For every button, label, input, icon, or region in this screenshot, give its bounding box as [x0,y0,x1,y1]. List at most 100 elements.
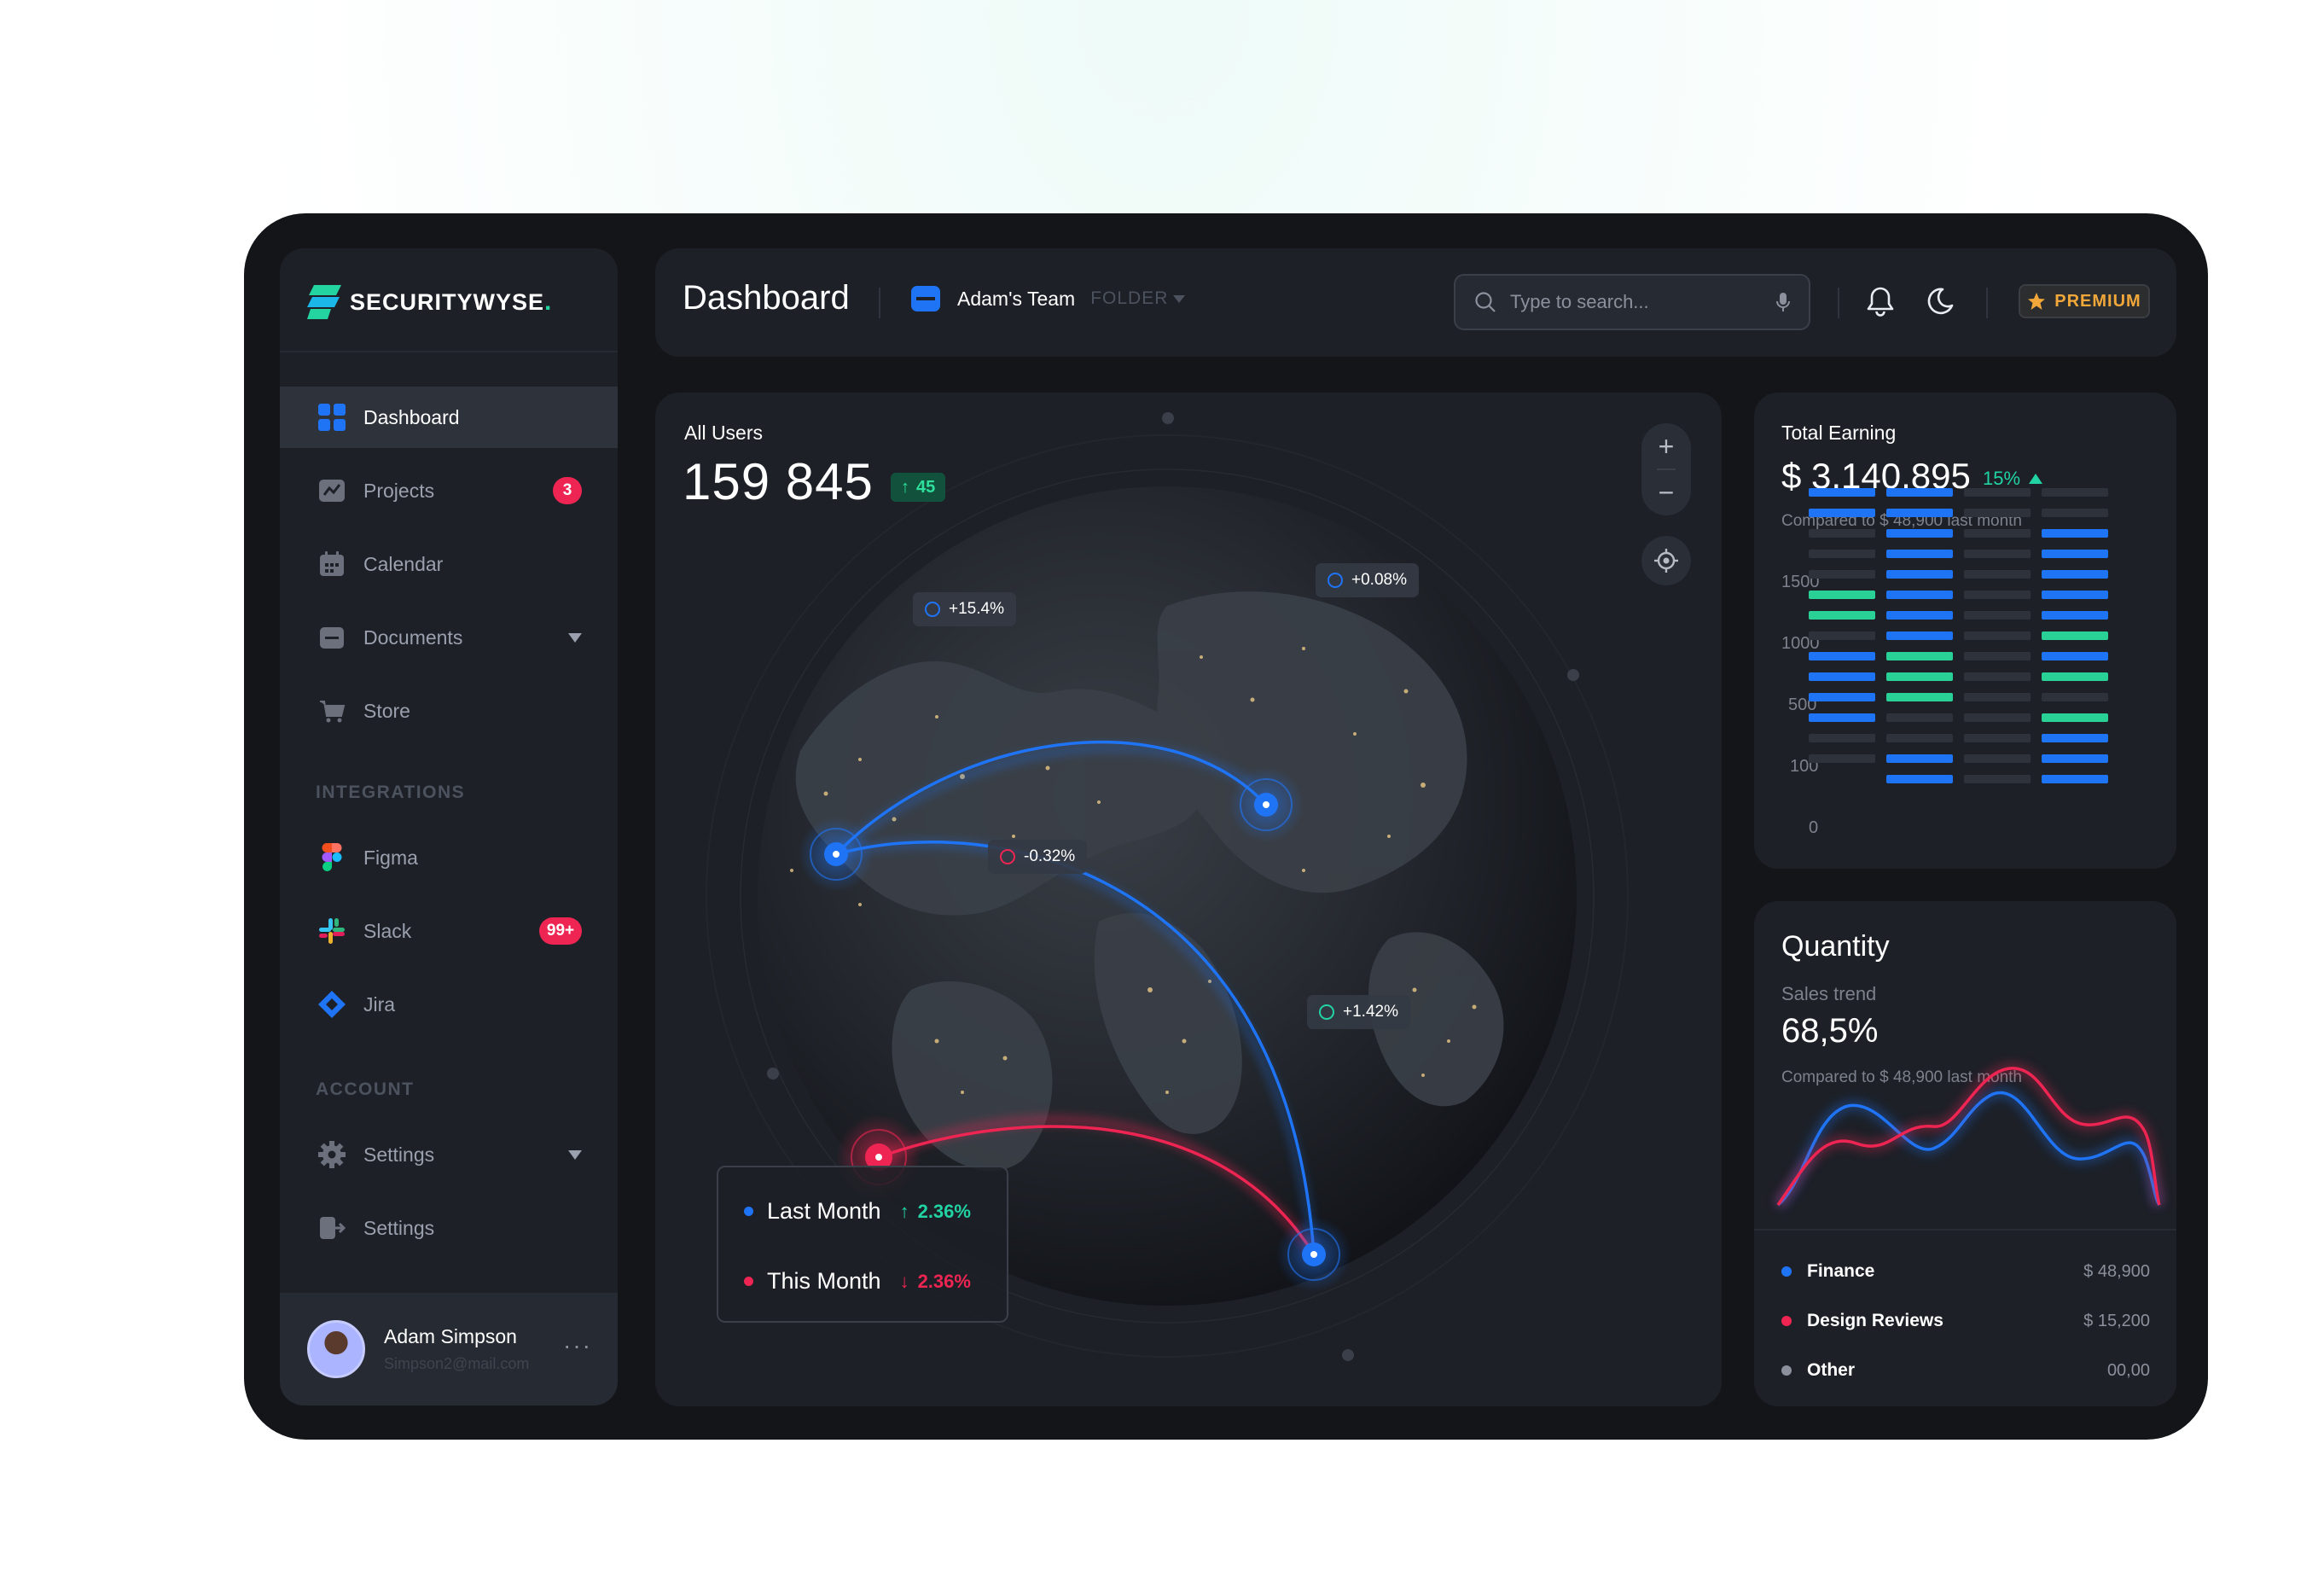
legend-dot [1781,1365,1792,1376]
sidebar-item-jira[interactable]: Jira [280,974,618,1035]
map-node-blue-south[interactable] [1276,1217,1351,1292]
profile-email: Simpson2@mail.com [384,1355,530,1372]
sidebar-item-logout[interactable]: Settings [280,1197,618,1259]
earning-bars [1809,488,2108,783]
list-item-design-reviews: Design Reviews $ 15,200 [1781,1311,2150,1331]
logout-icon [317,1213,346,1242]
orbit-dot [767,1068,779,1079]
chevron-down-icon[interactable] [568,1149,582,1160]
bar-segment [2042,631,2108,640]
bar-segment [1964,550,2031,558]
bar-segment [1809,693,1875,701]
sidebar-item-settings[interactable]: Settings [280,1124,618,1185]
zoom-in-button[interactable]: + [1641,423,1691,469]
team-name: Adam's Team [957,287,1076,310]
sidebar-item-calendar[interactable]: Calendar [280,533,618,595]
series-line-glow [1774,1087,2164,1209]
bar-segment [1809,672,1875,681]
legend-label: Last Month [767,1198,881,1224]
bar-segment [2042,591,2108,599]
bar-segment [1809,734,1875,742]
series-line-design [1776,1067,2161,1206]
sidebar-item-label: Store [363,699,410,722]
bar-segment [2042,529,2108,538]
moon-icon[interactable] [1923,284,1957,318]
orbit-dot [1162,412,1174,424]
bar-segment [1964,652,2031,660]
bar-segment [1964,611,2031,620]
user-profile[interactable]: Adam Simpson Simpson2@mail.com ··· [280,1293,618,1405]
projects-count-badge: 3 [553,477,582,504]
progress-ring-icon [1000,849,1015,864]
sidebar-item-documents[interactable]: Documents [280,607,618,668]
brand-dot: . [544,288,552,316]
divider [879,288,880,318]
chevron-down-icon[interactable] [568,632,582,643]
bar-segment [1809,652,1875,660]
total-earning-card: Total Earning $ 3,140,895 15% Compared t… [1754,393,2176,869]
star-icon [2028,293,2046,310]
documents-icon [317,623,346,652]
map-tag-south: +1.42% [1307,995,1410,1029]
sidebar-item-dashboard[interactable]: Dashboard [280,387,618,448]
map-tag-red: -0.32% [988,840,1088,874]
map-node-blue-west[interactable] [799,817,874,892]
bar-segment [1809,529,1875,538]
arrow-up-icon: ↑ [901,477,909,497]
search-input[interactable] [1508,290,1776,314]
folder-label: FOLDER [1090,288,1169,308]
jira-icon [317,990,346,1019]
search-box[interactable] [1454,274,1810,330]
progress-ring-icon [1328,573,1343,588]
team-selector[interactable]: Adam's Team FOLDER [911,286,1186,311]
orbit-dot [1342,1349,1354,1361]
legend-value: ↓ 2.36% [900,1271,971,1293]
sidebar-item-figma[interactable]: Figma [280,827,618,888]
item-label: Design Reviews [1807,1311,1943,1330]
sidebar-item-label: Jira [363,992,396,1015]
series-line-glow [1774,1062,2164,1208]
bar-segment [1964,734,2031,742]
bar-segment [2042,672,2108,681]
bar-segment [2042,570,2108,579]
figma-icon [317,843,346,872]
quantity-card: Quantity Sales trend 68,5% Compared to $… [1754,901,2176,1406]
bar-segment [2042,734,2108,742]
bar-segment [1809,550,1875,558]
microphone-icon[interactable] [1776,292,1790,312]
tag-value: -0.32% [1024,847,1076,865]
page-title: Dashboard [683,279,850,317]
sidebar-item-label: Dashboard [363,405,460,428]
map-node-blue-east[interactable] [1229,767,1304,842]
profile-name: Adam Simpson [384,1325,517,1347]
brand[interactable]: SECURITYWYSE. [305,281,551,323]
divider [1986,288,1988,318]
sidebar-item-projects[interactable]: Projects 3 [280,460,618,521]
premium-button[interactable]: PREMIUM [2019,284,2150,318]
dashboard-icon [317,403,346,432]
item-amount: $ 48,900 [2083,1261,2150,1281]
bar-segment [1964,775,2031,783]
sidebar-item-slack[interactable]: Slack 99+ [280,900,618,962]
cart-icon [317,696,346,725]
arrow-down-icon: ↓ [899,1270,909,1292]
bell-icon[interactable] [1863,284,1897,318]
item-label: Finance [1807,1261,1875,1281]
legend-dot [1781,1266,1792,1277]
tag-value: +1.42% [1343,1003,1398,1021]
search-icon [1475,292,1496,312]
bar-segment [1809,754,1875,763]
zoom-out-button[interactable]: − [1641,469,1691,515]
bar-segment [1964,529,2031,538]
locate-button[interactable] [1641,536,1691,585]
item-amount: 00,00 [2106,1360,2150,1380]
legend-value-text: 2.36% [917,1270,971,1292]
section-label-integrations: INTEGRATIONS [316,783,466,802]
bar-segment [1964,591,2031,599]
chevron-down-icon [1173,294,1186,303]
legend-dot [744,1277,753,1286]
tag-value: +0.08% [1351,571,1407,589]
bar-segment [1964,488,2031,497]
bar-segment [2042,754,2108,763]
sidebar-item-store[interactable]: Store [280,680,618,742]
